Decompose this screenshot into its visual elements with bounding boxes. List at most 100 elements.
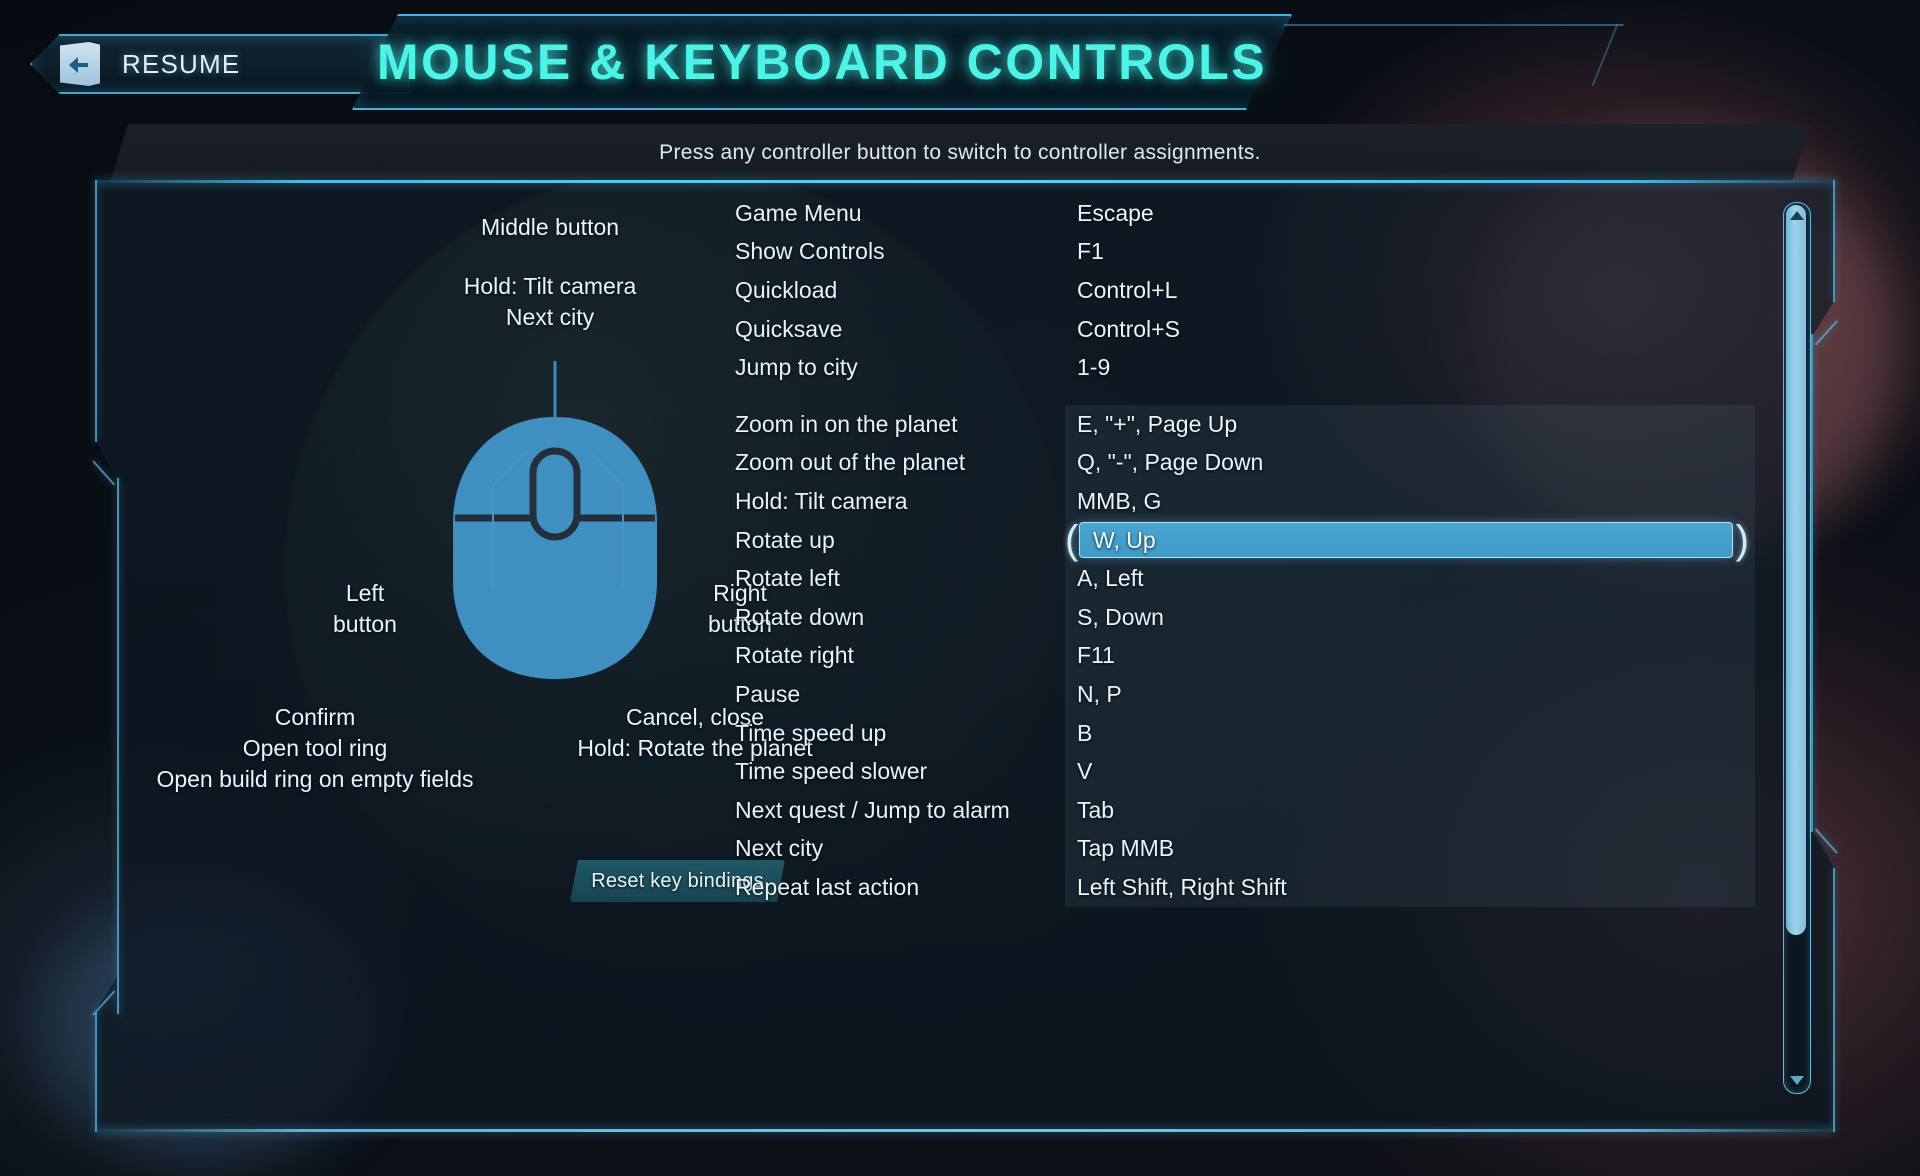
binding-key-text: Tab [1077,796,1115,823]
controls-panel: Middle button Hold: Tilt camera Next cit… [92,180,1838,1132]
binding-key-value[interactable]: Escape [1065,194,1755,233]
panel-edge [1811,334,1813,832]
binding-action-label: Quicksave [735,315,843,342]
page-title-banner: MOUSE & KEYBOARD CONTROLS [352,14,1292,110]
binding-action-label: Pause [735,680,801,707]
binding-key-value[interactable]: S, Down [1065,597,1755,637]
binding-action-label: Rotate down [735,603,865,630]
binding-action-label: Repeat last action [735,873,920,900]
scrollbar-thumb[interactable] [1786,205,1806,935]
controller-hint-text: Press any controller button to switch to… [659,141,1261,164]
binding-row[interactable]: Hold: Tilt camera MMB, G [735,482,1755,521]
binding-row[interactable]: Game Menu Escape [735,194,1755,233]
middle-button-functions: Hold: Tilt camera Next city [390,271,710,333]
binding-key-value[interactable]: Tap MMB [1065,829,1755,869]
binding-row[interactable]: Quicksave Control+S [735,310,1755,349]
left-button-label: Left button [240,578,490,640]
binding-row[interactable]: Time speed up B [735,713,1755,753]
title-decor-line-2 [1271,24,1619,86]
panel-edge [1833,180,1835,302]
middle-button-function-2: Next city [505,304,595,331]
panel-edge [1833,868,1835,1132]
binding-row[interactable]: Time speed slower V [735,752,1755,791]
binding-row[interactable]: Rotate right F11 [735,636,1755,676]
binding-key-text: N, P [1077,680,1122,707]
binding-key-value[interactable]: F1 [1065,233,1755,272]
binding-key-text: Tap MMB [1077,835,1175,862]
binding-key-text: B [1077,719,1093,746]
binding-key-text: MMB, G [1077,487,1162,514]
binding-row[interactable]: Pause N, P [735,675,1755,714]
binding-key-value[interactable]: () W, Up [1065,517,1755,562]
binding-row[interactable]: Repeat last action Left Shift, Right Shif… [735,868,1755,907]
binding-key-value[interactable]: V [1065,752,1755,791]
binding-key-value[interactable]: 1-9 [1065,348,1755,387]
binding-action-label: Next city [735,835,824,862]
binding-action-label: Hold: Tilt camera [735,487,908,514]
binding-action-label: Time speed up [735,719,887,746]
page-title: MOUSE & KEYBOARD CONTROLS [376,34,1268,90]
binding-key-text: F11 [1077,642,1115,669]
binding-key-value[interactable]: MMB, G [1065,482,1755,521]
left-button-functions: Confirm Open tool ring Open build ring o… [115,702,515,795]
binding-action-label: Zoom in on the planet [735,410,958,437]
binding-row[interactable]: Zoom in on the planet E, "+", Page Up [735,404,1755,444]
binding-action-label: Game Menu [735,199,862,226]
left-button-label-line2: button [333,611,397,638]
binding-action-label: Rotate left [735,565,840,592]
binding-key-value[interactable]: A, Left [1065,559,1755,598]
binding-key-text: Left Shift, Right Shift [1077,873,1287,900]
triangle-down-icon[interactable] [1790,1076,1804,1085]
selection-bracket-left-icon: ( [1065,517,1079,562]
binding-key-value[interactable]: F11 [1065,636,1755,676]
binding-row[interactable]: Rotate left A, Left [735,559,1755,598]
resume-button-label: RESUME [122,48,241,79]
binding-action-label: Quickload [735,276,838,303]
binding-action-label: Next quest / Jump to alarm [735,796,1010,823]
binding-row[interactable]: Rotate up () W, Up [735,517,1755,562]
binding-row[interactable]: Quickload Control+L [735,271,1755,310]
top-bar: RESUME MOUSE & KEYBOARD CONTROLS [0,0,1920,122]
binding-key-text: F1 [1077,238,1104,265]
binding-key-text: E, "+", Page Up [1077,410,1238,437]
binding-row[interactable]: Next city Tap MMB [735,829,1755,869]
binding-key-value[interactable]: Q, "-", Page Down [1065,443,1755,483]
binding-action-label: Rotate right [735,642,854,669]
binding-row[interactable]: Next quest / Jump to alarm Tab [735,790,1755,830]
binding-key-text: A, Left [1077,565,1144,592]
controller-hint-bar: Press any controller button to switch to… [110,124,1810,182]
selection-bracket-right-icon: ) [1735,517,1749,562]
middle-button-label: Middle button [480,214,620,240]
bindings-scrollbar[interactable] [1783,202,1811,1094]
binding-key-value[interactable]: Control+S [1065,310,1755,349]
binding-row[interactable]: Jump to city 1-9 [735,348,1755,387]
binding-key-text: W, Up [1093,526,1156,553]
binding-group-spacer [735,387,1755,405]
binding-row[interactable]: Zoom out of the planet Q, "-", Page Down [735,443,1755,483]
binding-row[interactable]: Show Controls F1 [735,233,1755,272]
left-button-function-3: Open build ring on empty fields [156,766,474,793]
binding-action-label: Rotate up [735,526,835,553]
binding-action-label: Zoom out of the planet [735,449,966,476]
binding-key-text: Control+S [1077,315,1180,342]
triangle-up-icon[interactable] [1790,211,1804,220]
binding-action-label: Show Controls [735,238,885,265]
exit-door-arrow-icon [60,42,100,86]
left-button-function-1: Confirm [274,704,356,730]
mouse-scroll-wheel-icon [529,447,581,541]
left-button-function-2: Open tool ring [242,735,388,762]
binding-key-value[interactable]: Tab [1065,790,1755,830]
binding-key-value[interactable]: Left Shift, Right Shift [1065,868,1755,907]
binding-key-text: Control+L [1077,276,1178,303]
binding-key-value[interactable]: Control+L [1065,271,1755,310]
binding-key-text: 1-9 [1077,354,1111,381]
binding-key-value[interactable]: E, "+", Page Up [1065,404,1755,444]
binding-action-label: Jump to city [735,354,858,381]
binding-key-value[interactable]: B [1065,713,1755,753]
mouse-illustration [453,361,657,679]
binding-row[interactable]: Rotate down S, Down [735,597,1755,637]
binding-key-text: Escape [1077,199,1154,226]
binding-key-value[interactable]: N, P [1065,675,1755,714]
key-bindings-list[interactable]: Game Menu Escape Show Controls F1 Quickload C… [735,194,1755,1114]
binding-key-text: Q, "-", Page Down [1077,449,1264,476]
